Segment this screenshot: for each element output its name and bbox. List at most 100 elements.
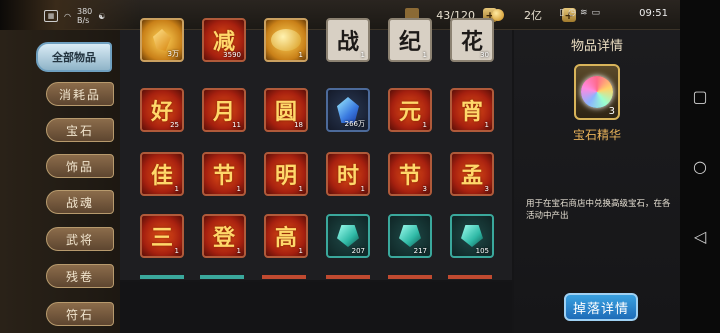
slot-glyph: 登	[212, 226, 235, 251]
grid-footer	[120, 282, 512, 333]
inventory-slot[interactable]: 宵1	[450, 88, 494, 132]
next-row-slot	[140, 275, 184, 279]
detail-title: 物品详情	[570, 39, 623, 54]
coin-amount: 2亿	[524, 9, 542, 22]
category-menu: 全部物品 消耗品 宝石 饰品 战魂 武将 残卷 符石	[0, 30, 120, 333]
slot-glyph: 纪	[398, 30, 421, 55]
inventory-slot[interactable]: 登1	[202, 214, 246, 258]
gem-essence-icon	[581, 76, 613, 108]
slot-count: 1	[298, 247, 303, 255]
sim-icon: ▦	[44, 10, 58, 22]
slot-count: 1	[484, 121, 489, 129]
slot-glyph: 节	[212, 164, 235, 189]
slot-count: 3	[422, 185, 427, 193]
next-row-slot	[326, 275, 370, 279]
inventory-slot[interactable]: 月 11	[202, 88, 246, 132]
drop-details-button[interactable]: 掉落详情	[564, 293, 638, 321]
inventory-slot[interactable]: 1	[264, 18, 308, 62]
status-icons: ▦ ◠ 380 B/s ☯	[44, 7, 105, 25]
inventory-slot[interactable]: 105	[450, 214, 494, 258]
notification-icon: ☯	[98, 11, 106, 21]
menu-all-items[interactable]: 全部物品	[36, 42, 112, 72]
selected-item-name: 宝石精华	[572, 128, 621, 142]
inventory-slot[interactable]: 战1	[326, 18, 370, 62]
inventory-slot[interactable]: 217	[388, 214, 432, 258]
wifi-icon: ◠	[64, 11, 71, 21]
slot-count: 1	[422, 51, 427, 59]
slot-glyph: 佳	[150, 164, 173, 189]
slot-glyph: 时	[336, 164, 359, 189]
menu-accessories[interactable]: 饰品	[46, 154, 114, 178]
slot-count: 217	[413, 247, 427, 255]
inventory-slot[interactable]: 三1	[140, 214, 184, 258]
clock-icon: ◷	[568, 8, 576, 18]
slot-count: 1	[298, 185, 303, 193]
slot-glyph: 宵	[460, 100, 483, 125]
inventory-slot[interactable]: 节1	[202, 152, 246, 196]
net-speed: 380 B/s	[77, 7, 92, 25]
next-row-slot	[262, 275, 306, 279]
vibrate-icon: ▯	[559, 8, 565, 18]
menu-war-souls[interactable]: 战魂	[46, 190, 114, 214]
coin-icon	[492, 9, 504, 21]
inventory-slot[interactable]: 减 3590	[202, 18, 246, 62]
inventory-slot[interactable]: 节3	[388, 152, 432, 196]
slot-count: 266万	[344, 120, 365, 128]
next-row-slot	[200, 275, 244, 279]
inventory-slot[interactable]: 207	[326, 214, 370, 258]
inventory-slot[interactable]: 高1	[264, 214, 308, 258]
slot-glyph: 明	[274, 164, 297, 189]
slot-count: 1	[236, 185, 241, 193]
inventory-slot[interactable]: 纪1	[388, 18, 432, 62]
menu-gems[interactable]: 宝石	[46, 118, 114, 142]
menu-consumables[interactable]: 消耗品	[46, 82, 114, 106]
slot-count: 3590	[223, 51, 241, 59]
menu-fragments[interactable]: 残卷	[46, 264, 114, 288]
slot-glyph: 元	[398, 100, 421, 125]
home-icon[interactable]: ○	[688, 154, 712, 178]
slot-count: 3万	[167, 50, 179, 58]
back-icon[interactable]: ◁	[688, 224, 712, 248]
inventory-slot[interactable]: 好 25	[140, 88, 184, 132]
inventory-slot[interactable]: 时1	[326, 152, 370, 196]
wifi-signal-icon: ≋	[579, 8, 588, 18]
next-row-slot	[388, 275, 432, 279]
slot-count: 11	[232, 121, 241, 129]
selected-item-icon[interactable]: 3	[574, 64, 620, 120]
slot-count: 1	[236, 247, 241, 255]
inventory-slot[interactable]: 佳1	[140, 152, 184, 196]
slot-count: 25	[170, 121, 179, 129]
slot-count: 1	[360, 185, 365, 193]
slot-count: 1	[174, 247, 179, 255]
inventory-slot[interactable]: 圆 18	[264, 88, 308, 132]
game-screen: ▦ ◠ 380 B/s ☯ 43/120 + 2亿 + ▯ ◷ ≋ ▭ 09:51…	[0, 0, 680, 333]
slot-glyph: 高	[274, 226, 297, 251]
slot-count: 18	[294, 121, 303, 129]
jade-icon	[337, 225, 359, 247]
net-speed-value: 380	[76, 7, 93, 16]
next-row-slot	[448, 275, 492, 279]
clock: 09:51	[639, 8, 668, 19]
slot-count: 30	[480, 51, 489, 59]
inventory-slot[interactable]: 3万	[140, 18, 184, 62]
slot-count: 1	[360, 51, 365, 59]
slot-glyph: 战	[336, 30, 359, 55]
slot-count: 207	[351, 247, 365, 255]
menu-generals[interactable]: 武将	[46, 227, 114, 251]
selected-item-description: 用于在宝石商店中兑换高级宝石，在各活动中产出	[526, 199, 671, 221]
item-detail-panel: 物品详情 3 宝石精华 用于在宝石商店中兑换高级宝石，在各活动中产出 掉落详情	[514, 30, 680, 333]
inventory-slot[interactable]: 孟3	[450, 152, 494, 196]
slot-count: 1	[422, 121, 427, 129]
slot-glyph: 节	[398, 164, 421, 189]
jade-icon	[461, 225, 483, 247]
inventory-slot[interactable]: 明1	[264, 152, 308, 196]
recent-apps-icon[interactable]: ▢	[688, 84, 712, 108]
inventory-slot[interactable]: 花 30	[450, 18, 494, 62]
net-speed-unit: B/s	[76, 16, 90, 25]
slot-glyph: 三	[150, 226, 173, 251]
jade-icon	[399, 225, 421, 247]
inventory-slot[interactable]: 266万	[326, 88, 370, 132]
slot-count: 1	[174, 185, 179, 193]
inventory-slot[interactable]: 元1	[388, 88, 432, 132]
menu-rune-stones[interactable]: 符石	[46, 302, 114, 326]
